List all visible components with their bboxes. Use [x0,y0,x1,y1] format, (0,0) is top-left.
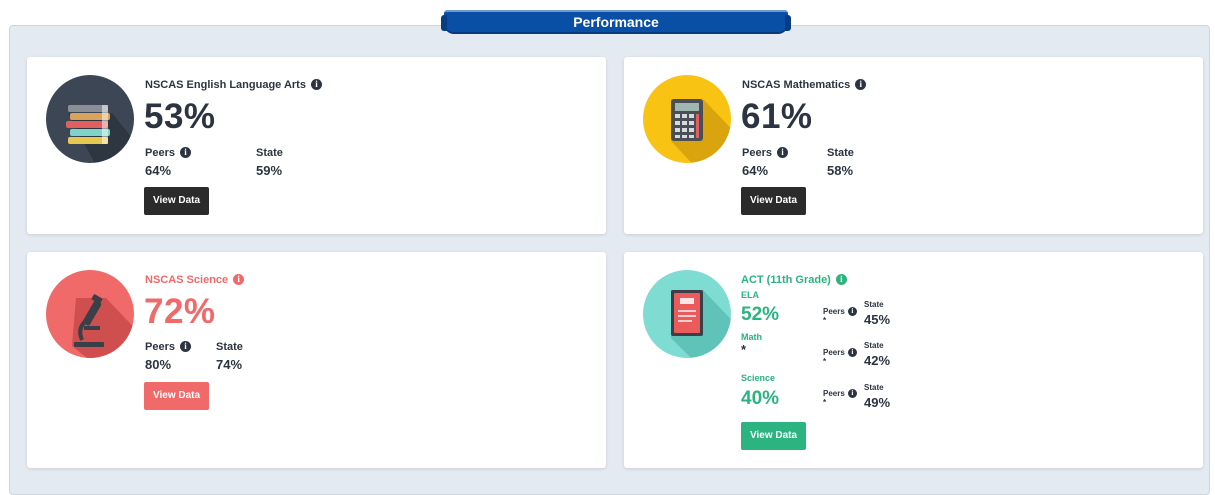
ela-title: NSCAS English Language Arts i [145,79,322,91]
act-book-icon [643,270,731,358]
math-percent: 61% [741,97,813,136]
info-icon[interactable]: i [835,274,847,285]
ela-peers-label: Peers i [145,147,191,159]
act-math-state-value: 42% [864,353,891,368]
act-math-label: Math [741,332,762,342]
act-science-label: Science [741,373,776,383]
science-card: NSCAS Science i 72% Peers i 80% State 74% … [27,252,606,468]
act-ela-state-label: State [864,300,884,309]
science-state-label: State [216,341,243,353]
info-icon[interactable]: i [855,79,867,90]
act-math-peers-value: * [823,357,827,366]
calculator-icon [643,75,731,163]
act-science-value: 40% [741,388,780,409]
science-peers-value: 80% [145,357,172,372]
science-peers-label: Peers i [145,341,191,353]
math-view-data-button[interactable]: View Data [741,187,807,215]
books-icon [46,75,134,163]
act-science-peers-label: Peers i [823,389,857,398]
act-title: ACT (11th Grade) i [741,274,847,286]
act-card: ACT (11th Grade) i ELA 52% Peers i * State… [624,252,1203,468]
act-ela-peers-label: Peers i [823,307,857,316]
science-title: NSCAS Science i [145,274,245,286]
ela-card: NSCAS English Language Arts i 53% Peers i … [27,57,606,234]
math-peers-label: Peers i [742,147,788,159]
act-view-data-button[interactable]: View Data [741,422,807,450]
microscope-icon [46,270,134,358]
info-icon[interactable]: i [179,147,191,158]
ela-state-value: 59% [256,163,283,178]
math-card: NSCAS Mathematics i 61% Peers i 64% State … [624,57,1203,234]
math-state-label: State [827,147,854,159]
info-icon[interactable]: i [776,147,788,158]
ela-peers-value: 64% [145,163,172,178]
ela-percent: 53% [144,97,216,136]
info-icon[interactable]: i [847,348,857,357]
act-science-state-label: State [864,383,884,392]
act-ela-value: 52% [741,304,780,325]
science-view-data-button[interactable]: View Data [144,382,210,410]
act-science-peers-value: * [823,398,827,407]
act-ela-label: ELA [741,290,759,300]
act-math-state-label: State [864,341,884,350]
act-science-state-value: 49% [864,395,891,410]
info-icon[interactable]: i [179,341,191,352]
math-title: NSCAS Mathematics i [742,79,867,91]
act-math-peers-label: Peers i [823,348,857,357]
info-icon[interactable]: i [847,389,857,398]
ela-state-label: State [256,147,283,159]
info-icon[interactable]: i [847,307,857,316]
act-math-value: * [741,342,747,357]
page-title: Performance [441,10,791,32]
act-ela-peers-value: * [823,316,827,325]
math-state-value: 58% [827,163,854,178]
science-state-value: 74% [216,357,243,372]
science-percent: 72% [144,292,216,331]
ela-view-data-button[interactable]: View Data [144,187,210,215]
math-peers-value: 64% [742,163,769,178]
act-ela-state-value: 45% [864,312,891,327]
info-icon[interactable]: i [233,274,245,285]
info-icon[interactable]: i [310,79,322,90]
